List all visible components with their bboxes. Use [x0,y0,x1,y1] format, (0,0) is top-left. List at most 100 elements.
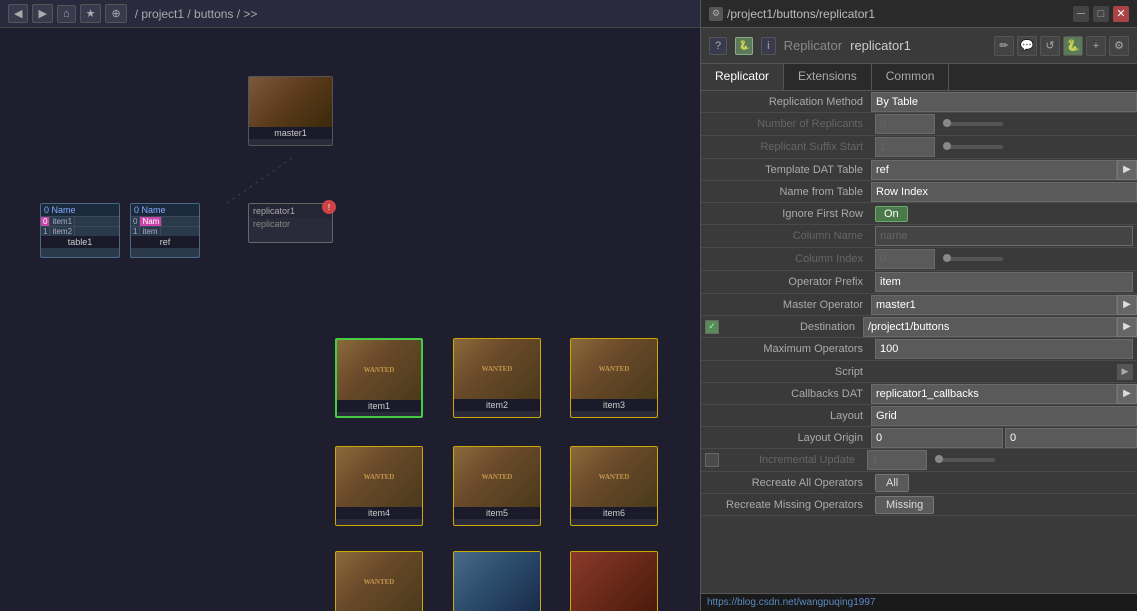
layout-origin-y-input[interactable] [1005,428,1137,448]
replicator-node[interactable]: replicator1 ! replicator [248,203,333,243]
item7-node[interactable]: item7 [335,551,423,611]
item6-node[interactable]: item6 [570,446,658,526]
tab-extensions[interactable]: Extensions [784,64,872,90]
master-operator-browse-btn[interactable]: ▶ [1117,295,1137,315]
add-icon-btn[interactable]: + [1086,36,1106,56]
template-dat-label: Template DAT Table [701,164,871,176]
recreate-missing-btn[interactable]: Missing [875,496,934,514]
num-replicants-input[interactable] [875,114,935,134]
status-bar: https://blog.csdn.net/wangpuqing1997 [701,593,1137,611]
operator-prefix-label: Operator Prefix [701,276,871,288]
num-replicants-slider[interactable] [943,122,1003,126]
destination-field[interactable]: ▶ [863,317,1137,337]
replicator-badge: ! [322,200,336,214]
callbacks-dat-field[interactable]: ▶ [871,384,1137,404]
item1-node[interactable]: item1 [335,338,423,418]
destination-checkbox[interactable]: ✓ [705,320,719,334]
ref-node[interactable]: 0 Name 0 Nam 1 item ref [130,203,200,258]
nav-back-btn[interactable]: ◀ [8,4,28,23]
header-info-btn[interactable]: i [761,37,775,55]
layout-select[interactable]: Grid None [871,406,1137,426]
replication-method-dropdown[interactable]: By Table By Count [871,92,1137,112]
column-name-input[interactable] [875,226,1133,246]
template-dat-browse-btn[interactable]: ▶ [1117,160,1137,180]
layout-origin-inputs[interactable] [871,428,1137,448]
tab-common[interactable]: Common [872,64,950,90]
suffix-start-slider[interactable] [943,145,1003,149]
column-index-input[interactable] [875,249,935,269]
ref-node-row-1: 0 Nam [131,216,199,226]
recreate-all-row: Recreate All Operators All [701,472,1137,494]
ignore-first-row-label: Ignore First Row [701,208,871,220]
num-replicants-row: Number of Replicants [701,113,1137,136]
edit-icon-btn[interactable]: ✏ [994,36,1014,56]
item4-label: item4 [336,507,422,519]
item4-node[interactable]: item4 [335,446,423,526]
props-content[interactable]: Replication Method By Table By Count Num… [701,91,1137,593]
incremental-checkbox[interactable] [705,453,719,467]
destination-row: ✓ Destination ▶ [701,316,1137,338]
name-from-table-dropdown[interactable]: Row Index Column Name Column Index [871,182,1137,202]
suffix-start-input[interactable] [875,137,935,157]
maximize-btn[interactable]: □ [1093,6,1109,22]
item2-node[interactable]: item2 [453,338,541,418]
item3-node[interactable]: item3 [570,338,658,418]
item5-node[interactable]: item5 [453,446,541,526]
nav-bookmark-btn[interactable]: ★ [80,4,102,23]
tab-replicator[interactable]: Replicator [701,64,784,90]
table-node-row-1: 0 item1 [41,216,119,226]
name-from-table-select[interactable]: Row Index Column Name Column Index [871,182,1137,202]
props-header: ? 🐍 i Replicator replicator1 ✏ 💬 ↺ 🐍 + ⚙ [701,28,1137,64]
max-operators-input[interactable] [875,339,1133,359]
node-canvas[interactable]: master1 replicator1 ! replicator 0 Name … [0,28,700,611]
template-dat-input[interactable] [871,160,1117,180]
item1-label: item1 [337,400,421,412]
incremental-update-input[interactable] [867,450,927,470]
callbacks-dat-browse-btn[interactable]: ▶ [1117,384,1137,404]
callbacks-dat-input[interactable] [871,384,1117,404]
props-titlebar: ⚙ /project1/buttons/replicator1 ─ □ ✕ [701,0,1137,28]
table-node[interactable]: 0 Name 0 item1 1 item2 table1 [40,203,120,258]
refresh-icon-btn[interactable]: ↺ [1040,36,1060,56]
nav-add-btn[interactable]: ⊕ [105,4,126,23]
destination-input[interactable] [863,317,1117,337]
recreate-all-btn[interactable]: All [875,474,909,492]
table-node-row-2: 1 item2 [41,226,119,236]
master-operator-field[interactable]: ▶ [871,295,1137,315]
ignore-first-row-toggle[interactable]: On [875,206,908,222]
layout-origin-x-input[interactable] [871,428,1003,448]
python2-icon-btn[interactable]: 🐍 [1063,36,1083,56]
minimize-btn[interactable]: ─ [1073,6,1089,22]
master-operator-input[interactable] [871,295,1117,315]
incremental-update-row: Incremental Update [701,449,1137,472]
panel-icon: ⚙ [709,7,723,21]
table-node-label: table1 [41,236,119,248]
item9-node[interactable]: item9 [570,551,658,611]
incremental-update-slider[interactable] [935,458,995,462]
replication-method-select[interactable]: By Table By Count [871,92,1137,112]
settings-icon-btn[interactable]: ⚙ [1109,36,1129,56]
close-btn[interactable]: ✕ [1113,6,1129,22]
top-bar: ◀ ▶ ⌂ ★ ⊕ / project1 / buttons / >> [0,0,700,28]
breadcrumb: / project1 / buttons / >> [135,7,258,21]
nav-forward-btn[interactable]: ▶ [32,4,52,23]
table-node-header: 0 Name [41,204,119,216]
item3-label: item3 [571,399,657,411]
recreate-missing-label: Recreate Missing Operators [701,499,871,511]
column-name-row: Column Name [701,225,1137,248]
master-node[interactable]: master1 [248,76,333,146]
operator-prefix-input[interactable] [875,272,1133,292]
script-play-btn[interactable]: ▶ [1117,364,1133,380]
column-index-slider[interactable] [943,257,1003,261]
item8-node[interactable]: item8 [453,551,541,611]
nav-home-btn[interactable]: ⌂ [57,5,76,23]
template-dat-field[interactable]: ▶ [871,160,1137,180]
layout-dropdown[interactable]: Grid None [871,406,1137,426]
comment-icon-btn[interactable]: 💬 [1017,36,1037,56]
operator-prefix-row: Operator Prefix [701,271,1137,294]
item2-label: item2 [454,399,540,411]
header-help-btn[interactable]: ? [709,37,727,55]
column-index-label: Column Index [701,253,871,265]
status-link[interactable]: https://blog.csdn.net/wangpuqing1997 [707,597,875,608]
destination-browse-btn[interactable]: ▶ [1117,317,1137,337]
